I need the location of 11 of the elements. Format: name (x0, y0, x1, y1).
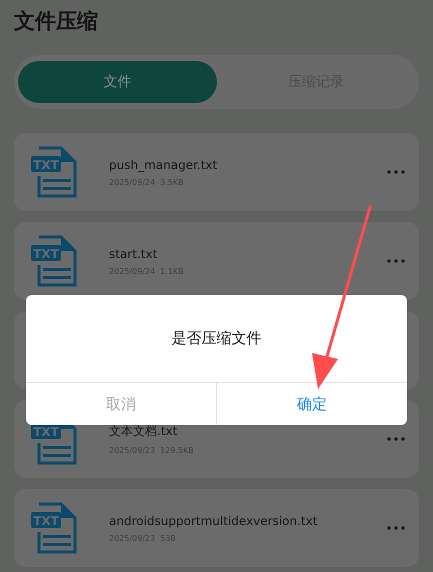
more-icon[interactable] (387, 259, 405, 263)
file-name: push_manager.txt (109, 158, 218, 172)
page-title: 文件压缩 (13, 8, 98, 35)
file-name: 文本文档.txt (109, 423, 178, 440)
more-icon[interactable] (387, 437, 405, 441)
file-name: start.txt (109, 246, 158, 260)
more-icon[interactable] (387, 170, 405, 174)
dialog-message: 是否压缩文件 (170, 328, 262, 349)
file-name: androidsupportmultidexversion.txt (109, 514, 318, 528)
tab[interactable]: 文件 (18, 61, 216, 103)
more-icon[interactable] (387, 526, 405, 530)
